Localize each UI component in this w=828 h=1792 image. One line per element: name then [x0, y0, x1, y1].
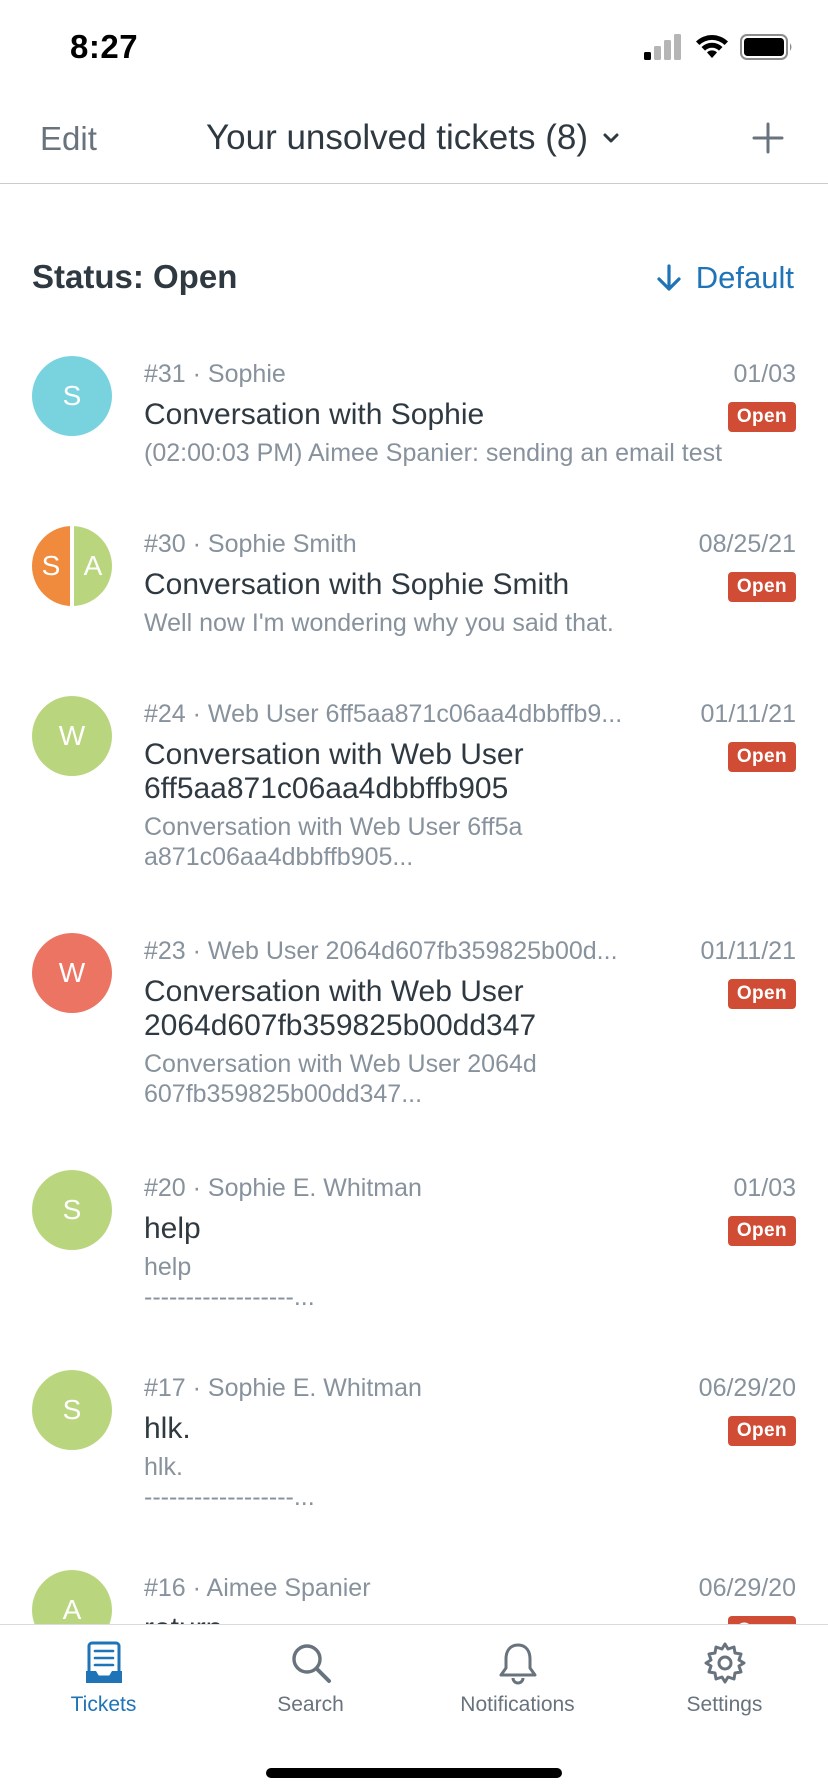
section-header: Status: Open Default: [0, 248, 828, 308]
search-icon: [291, 1644, 331, 1683]
tab-label: Tickets: [70, 1693, 137, 1716]
status-time: 8:27: [70, 28, 139, 65]
avatar-initial: W: [58, 957, 86, 988]
ticket-preview: Conversation with Web User 6ff5aa871c06a…: [144, 813, 523, 871]
tab-search[interactable]: Search: [207, 1641, 414, 1717]
sort-label: Default: [695, 260, 794, 295]
ticket-subject: Conversation with Sophie Smith: [144, 568, 570, 601]
avatar: S A: [32, 526, 112, 606]
avatar-initial: S: [62, 1394, 82, 1425]
avatar: W: [32, 696, 112, 776]
avatar: A: [32, 1570, 112, 1624]
ticket-subject: help: [144, 1212, 201, 1245]
tab-bar: Tickets Search Notifications Settings: [0, 1624, 828, 1792]
avatar: W: [32, 933, 112, 1013]
tab-tickets[interactable]: Tickets: [0, 1641, 207, 1717]
avatar-half: A: [74, 526, 112, 606]
chevron-down-icon: [603, 133, 619, 143]
gear-icon: [704, 1642, 745, 1684]
ticket-meta: #23 · Web User 2064d607fb359825b00d...: [144, 937, 618, 965]
ticket-preview: Well now I'm wondering why you said that…: [144, 609, 614, 637]
avatar: S: [32, 356, 112, 436]
tickets-icon: [85, 1641, 122, 1683]
ticket-date: 06/29/20: [698, 1574, 796, 1602]
status-badge: Open: [727, 572, 796, 602]
ticket-date: 08/25/21: [698, 530, 796, 558]
ticket-meta: #30 · Sophie Smith: [144, 530, 357, 558]
ticket-date: 01/11/21: [700, 937, 796, 965]
status-bar: 8:27: [0, 0, 828, 96]
tab-notifications[interactable]: Notifications: [414, 1641, 621, 1717]
ticket-subject: Conversation with Web User 2064d607fb359…: [144, 975, 537, 1042]
ticket-meta: #20 · Sophie E. Whitman: [144, 1174, 422, 1202]
avatar-initial: S: [62, 1194, 82, 1225]
avatar-initial: A: [62, 1594, 82, 1624]
ticket-date: 06/29/20: [698, 1374, 796, 1402]
ticket-meta: #17 · Sophie E. Whitman: [144, 1374, 422, 1402]
arrow-down-icon: [657, 264, 681, 291]
sort-button[interactable]: Default: [656, 260, 794, 296]
ticket-subject: Conversation with Web User 6ff5aa871c06a…: [144, 738, 524, 805]
bell-icon: [499, 1643, 536, 1685]
status-icons: [644, 34, 794, 60]
status-badge: Open: [727, 1616, 796, 1624]
ticket-meta: #31 · Sophie: [144, 360, 286, 388]
status-badge: Open: [727, 402, 796, 432]
view-title: Your unsolved tickets (8): [206, 118, 588, 157]
status-group-title: Status: Open: [32, 258, 238, 295]
status-badge: Open: [727, 1416, 796, 1446]
ticket-preview: Conversation with Web User 2064d607fb359…: [144, 1050, 537, 1108]
navigation-bar: Edit Your unsolved tickets (8): [0, 96, 828, 184]
avatar-initial: A: [83, 550, 103, 581]
tab-label: Notifications: [460, 1693, 575, 1716]
avatar-initial: W: [58, 720, 86, 751]
ticket-date: 01/03: [733, 1174, 796, 1202]
ticket-subject: return: [144, 1612, 222, 1624]
wifi-icon: [696, 35, 728, 58]
add-ticket-icon[interactable]: [748, 118, 788, 158]
ticket-row[interactable]: W #23 · Web User 2064d607fb359825b00d...…: [0, 915, 828, 1152]
tab-label: Search: [277, 1693, 344, 1716]
ticket-preview: help ------------------...: [144, 1253, 315, 1311]
avatar: S: [32, 1370, 112, 1450]
ticket-row[interactable]: S #20 · Sophie E. Whitman 01/03 help Ope…: [0, 1152, 828, 1352]
ticket-row[interactable]: S #17 · Sophie E. Whitman 06/29/20 hlk. …: [0, 1352, 828, 1552]
avatar-initial: S: [41, 550, 61, 581]
ticket-list: S #31 · Sophie 01/03 Conversation with S…: [0, 338, 828, 1624]
ticket-row[interactable]: A #16 · Aimee Spanier 06/29/20 return Op…: [0, 1552, 828, 1624]
ticket-subject: Conversation with Sophie: [144, 398, 485, 431]
view-selector[interactable]: Your unsolved tickets (8): [0, 118, 828, 158]
cellular-signal-icon: [644, 34, 681, 60]
ticket-row[interactable]: S #31 · Sophie 01/03 Conversation with S…: [0, 338, 828, 508]
status-badge: Open: [727, 979, 796, 1009]
ticket-preview: (02:00:03 PM) Aimee Spanier: sending an …: [144, 439, 723, 467]
tab-label: Settings: [686, 1693, 763, 1716]
ticket-preview: hlk. ------------------...: [144, 1453, 315, 1511]
tab-settings[interactable]: Settings: [621, 1641, 828, 1717]
ticket-subject: hlk.: [144, 1412, 191, 1445]
battery-icon: [740, 34, 792, 60]
home-indicator: [266, 1768, 562, 1778]
status-badge: Open: [727, 1216, 796, 1246]
ticket-row[interactable]: W #24 · Web User 6ff5aa871c06aa4dbbffb9.…: [0, 678, 828, 915]
avatar-initial: S: [62, 380, 82, 411]
avatar: S: [32, 1170, 112, 1250]
ticket-date: 01/11/21: [700, 700, 796, 728]
avatar-half: S: [32, 526, 70, 606]
ticket-meta: #24 · Web User 6ff5aa871c06aa4dbbffb9...: [144, 700, 623, 728]
status-badge: Open: [727, 742, 796, 772]
ticket-row[interactable]: S A #30 · Sophie Smith 08/25/21 Conversa…: [0, 508, 828, 678]
ticket-meta: #16 · Aimee Spanier: [144, 1574, 371, 1602]
ticket-date: 01/03: [733, 360, 796, 388]
